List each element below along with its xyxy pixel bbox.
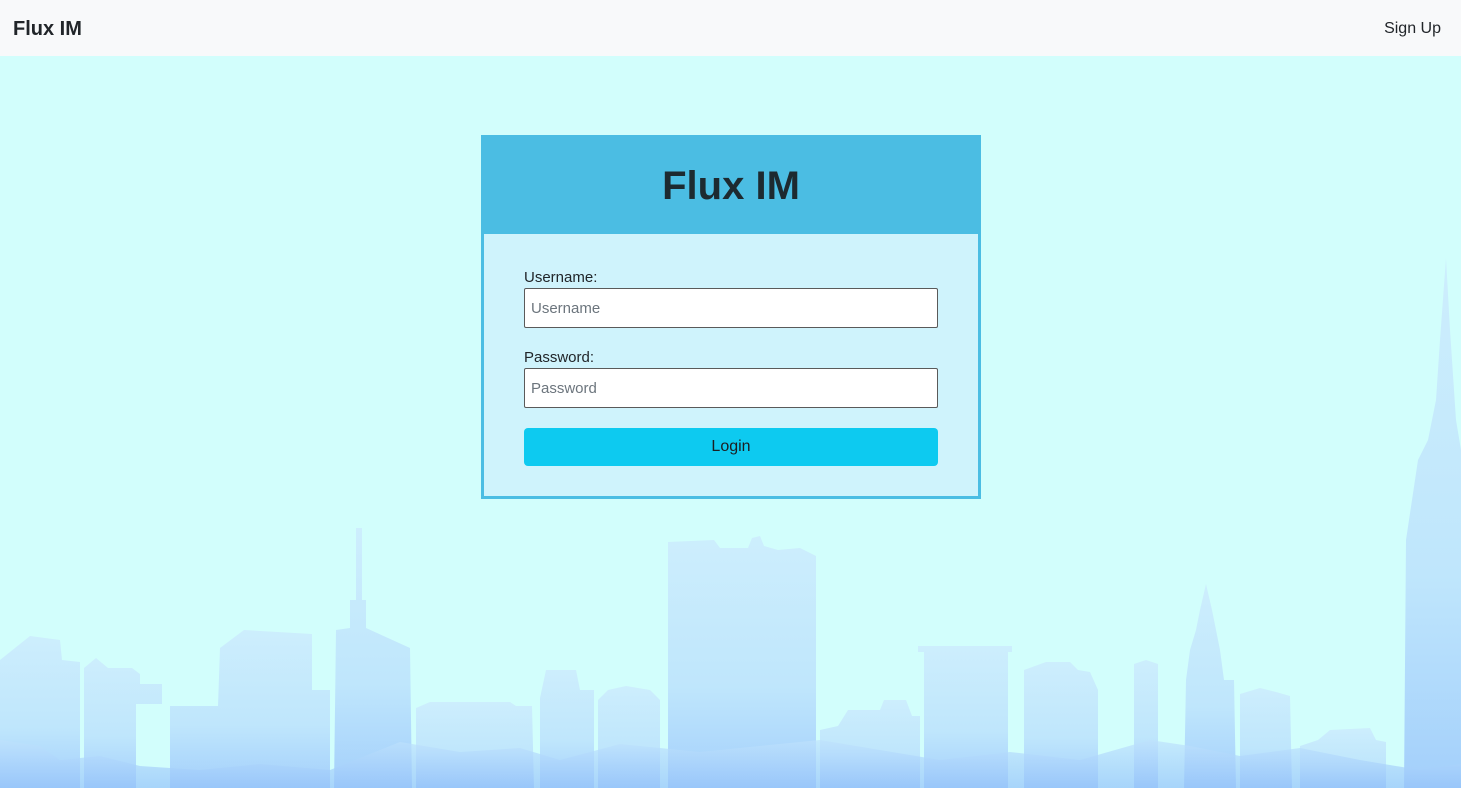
login-button[interactable]: Login [524, 428, 938, 466]
username-label: Username: [524, 269, 598, 286]
password-input[interactable] [524, 368, 938, 408]
top-navbar: Flux IM Sign Up [0, 0, 1461, 56]
password-label: Password: [524, 349, 595, 366]
login-card: Flux IM Username: Password: Login [481, 135, 981, 499]
navbar-brand[interactable]: Flux IM [13, 17, 82, 41]
signup-link[interactable]: Sign Up [1384, 19, 1441, 39]
login-card-title: Flux IM [662, 164, 800, 208]
login-card-header: Flux IM [484, 138, 978, 234]
username-input[interactable] [524, 288, 938, 328]
